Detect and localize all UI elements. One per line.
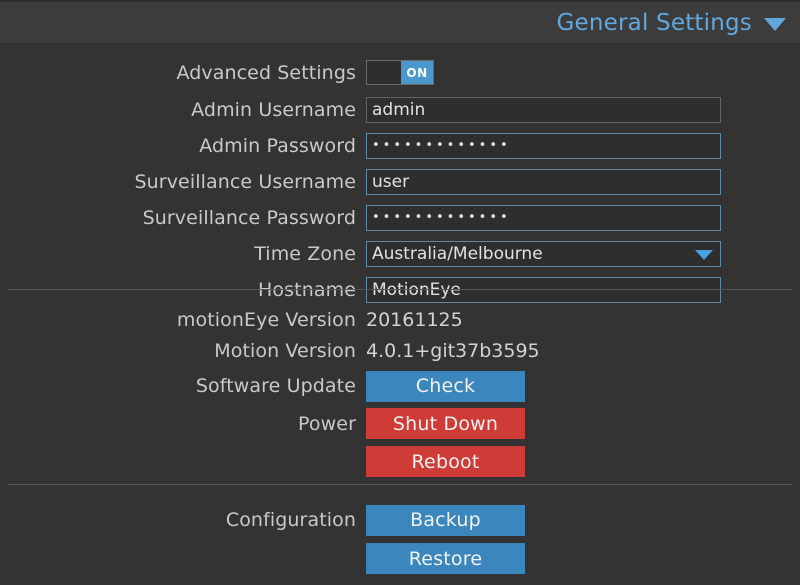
panel-header[interactable]: General Settings [0, 0, 800, 44]
label-configuration: Configuration [225, 509, 356, 531]
motion-version-value: 4.0.1+git37b3595 [366, 339, 540, 362]
row-surveillance-username: Surveillance Username [0, 166, 800, 197]
admin-password-masked-value: ••••••••••••• [372, 137, 511, 153]
row-admin-password: Admin Password ••••••••••••• [0, 130, 800, 161]
surveillance-password-input[interactable]: ••••••••••••• [366, 204, 721, 231]
surveillance-password-masked-value: ••••••••••••• [372, 209, 511, 225]
label-motion-version: Motion Version [214, 339, 356, 362]
label-motioneye-version: motionEye Version [176, 308, 356, 331]
row-motioneye-version: motionEye Version 20161125 [0, 304, 800, 335]
row-advanced-settings: Advanced Settings ON [0, 57, 800, 88]
restore-button[interactable]: Restore [366, 543, 525, 574]
toggle-knob [367, 61, 401, 84]
row-configuration-backup: Configuration Backup [0, 502, 800, 538]
time-zone-selected-value: Australia/Melbourne [372, 243, 543, 264]
row-time-zone: Time Zone Australia/Melbourne [0, 238, 800, 269]
surveillance-username-input[interactable] [366, 168, 721, 195]
label-time-zone: Time Zone [254, 242, 356, 265]
shut-down-button[interactable]: Shut Down [366, 408, 525, 439]
advanced-settings-toggle[interactable]: ON [366, 60, 434, 85]
row-software-update: Software Update Check [0, 368, 800, 404]
admin-username-input[interactable] [366, 96, 721, 123]
row-configuration-restore: Restore [0, 541, 800, 576]
settings-section: Advanced Settings ON Admin Username Admi… [0, 45, 800, 303]
row-admin-username: Admin Username [0, 94, 800, 125]
label-software-update: Software Update [195, 375, 356, 397]
row-motion-version: Motion Version 4.0.1+git37b3595 [0, 335, 800, 366]
label-surveillance-username: Surveillance Username [134, 170, 356, 193]
reboot-button[interactable]: Reboot [366, 446, 525, 477]
general-settings-panel: General Settings Advanced Settings ON Ad… [0, 0, 800, 585]
row-power: Power Shut Down [0, 406, 800, 441]
label-power: Power [298, 412, 356, 435]
label-surveillance-password: Surveillance Password [142, 206, 356, 229]
configuration-section: Configuration Backup Restore [0, 485, 800, 585]
time-zone-select[interactable]: Australia/Melbourne [366, 240, 721, 267]
label-advanced-settings: Advanced Settings [176, 61, 356, 84]
row-surveillance-password: Surveillance Password ••••••••••••• [0, 202, 800, 233]
label-admin-password: Admin Password [199, 134, 356, 157]
check-update-button[interactable]: Check [366, 370, 525, 402]
backup-button[interactable]: Backup [366, 504, 525, 536]
motioneye-version-value: 20161125 [366, 308, 463, 331]
page-title: General Settings [556, 9, 752, 36]
chevron-down-icon[interactable] [764, 18, 786, 31]
label-admin-username: Admin Username [191, 98, 356, 121]
admin-password-input[interactable]: ••••••••••••• [366, 132, 721, 159]
dropdown-arrow-icon[interactable] [695, 249, 713, 260]
system-section: motionEye Version 20161125 Motion Versio… [0, 290, 800, 484]
toggle-state-label: ON [401, 61, 433, 84]
row-power-reboot: Reboot [0, 444, 800, 479]
